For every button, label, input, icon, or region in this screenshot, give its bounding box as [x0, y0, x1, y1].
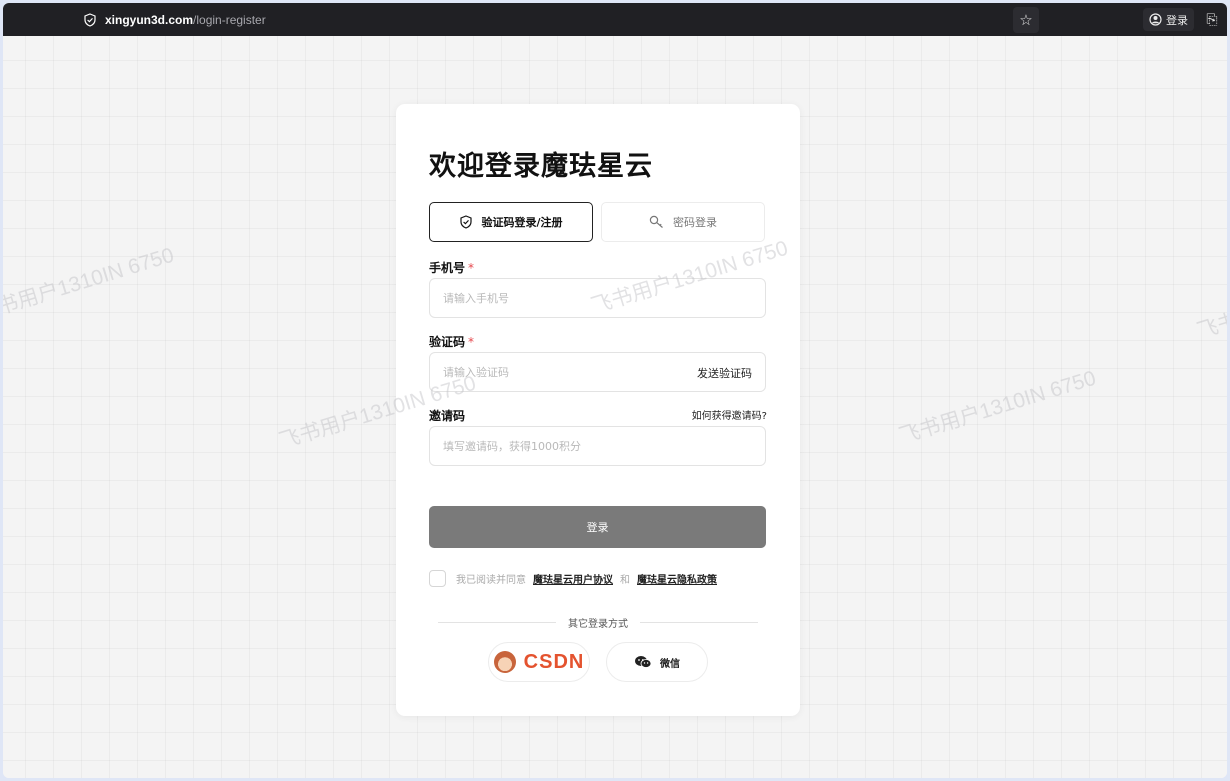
terms-link[interactable]: 魔珐星云用户协议	[533, 571, 613, 586]
send-code-button[interactable]: 发送验证码	[697, 365, 752, 381]
invite-placeholder: 填写邀请码，获得1000积分	[443, 440, 581, 453]
code-input[interactable]: 请输入验证码 发送验证码	[429, 352, 766, 392]
invite-label: 邀请码	[429, 409, 466, 423]
account-icon	[1149, 13, 1162, 26]
privacy-link[interactable]: 魔珐星云隐私政策	[637, 571, 717, 586]
tab-label: 密码登录	[673, 216, 717, 229]
page-content: 飞书用户1310IN 6750 飞书用户1310IN 6750 飞书用户1310…	[3, 36, 1227, 778]
url-host: xingyun3d.com	[105, 12, 194, 27]
invite-input[interactable]: 填写邀请码，获得1000积分	[429, 426, 766, 466]
address-bar[interactable]: xingyun3d.com/login-register	[83, 7, 1043, 32]
phone-label: 手机号 *	[429, 261, 475, 275]
watermark: 飞书用户1310IN 6750	[3, 243, 177, 326]
browser-window: xingyun3d.com/login-register ☆ 登录 ⎘ 飞书用户…	[3, 3, 1227, 778]
invite-help-link[interactable]: 如何获得邀请码?	[692, 407, 767, 422]
login-card: 欢迎登录魔珐星云 验证码登录/注册 密码登录 手机号 * 请输入手机号 验证码 *	[396, 104, 800, 716]
other-methods-divider: 其它登录方式	[438, 615, 758, 630]
tab-code-login[interactable]: 验证码登录/注册	[429, 202, 593, 242]
key-icon	[649, 215, 663, 228]
shield-check-icon	[460, 215, 473, 229]
site-security-icon	[84, 12, 96, 27]
browser-toolbar: xingyun3d.com/login-register ☆ 登录 ⎘	[3, 3, 1227, 36]
code-label: 验证码 *	[429, 335, 475, 349]
tab-label: 验证码登录/注册	[481, 216, 563, 229]
divider-line	[438, 622, 556, 623]
agreement-prefix: 我已阅读并同意	[456, 574, 526, 586]
csdn-logo: CSDN	[523, 650, 585, 673]
agreement-row: 我已阅读并同意 魔珐星云用户协议 和 魔珐星云隐私政策	[429, 569, 717, 587]
csdn-mascot-icon	[493, 651, 516, 673]
url-path: /login-register	[193, 12, 266, 27]
wechat-icon	[635, 656, 652, 668]
share-icon[interactable]: ⎘	[1199, 7, 1225, 33]
code-placeholder: 请输入验证码	[443, 366, 509, 379]
page-title: 欢迎登录魔珐星云	[429, 151, 653, 182]
agreement-checkbox[interactable]	[429, 569, 446, 587]
divider-line	[640, 622, 758, 623]
account-label: 登录	[1166, 13, 1188, 27]
bookmark-star-icon[interactable]: ☆	[1013, 7, 1039, 33]
login-button-label: 登录	[586, 521, 609, 534]
watermark: 飞书用户1310IN 6750	[896, 366, 1099, 449]
csdn-login-button[interactable]: CSDN	[488, 642, 590, 682]
watermark: 飞书用户1310IN 6750	[1194, 262, 1227, 344]
phone-input[interactable]: 请输入手机号	[429, 278, 766, 318]
account-button[interactable]: 登录	[1143, 8, 1194, 31]
login-button[interactable]: 登录	[429, 506, 766, 548]
agreement-and: 和	[620, 574, 630, 586]
wechat-label: 微信	[660, 658, 680, 670]
other-methods-label: 其它登录方式	[568, 619, 628, 630]
phone-placeholder: 请输入手机号	[443, 292, 509, 305]
tab-password-login[interactable]: 密码登录	[601, 202, 765, 242]
wechat-login-button[interactable]: 微信	[606, 642, 708, 682]
